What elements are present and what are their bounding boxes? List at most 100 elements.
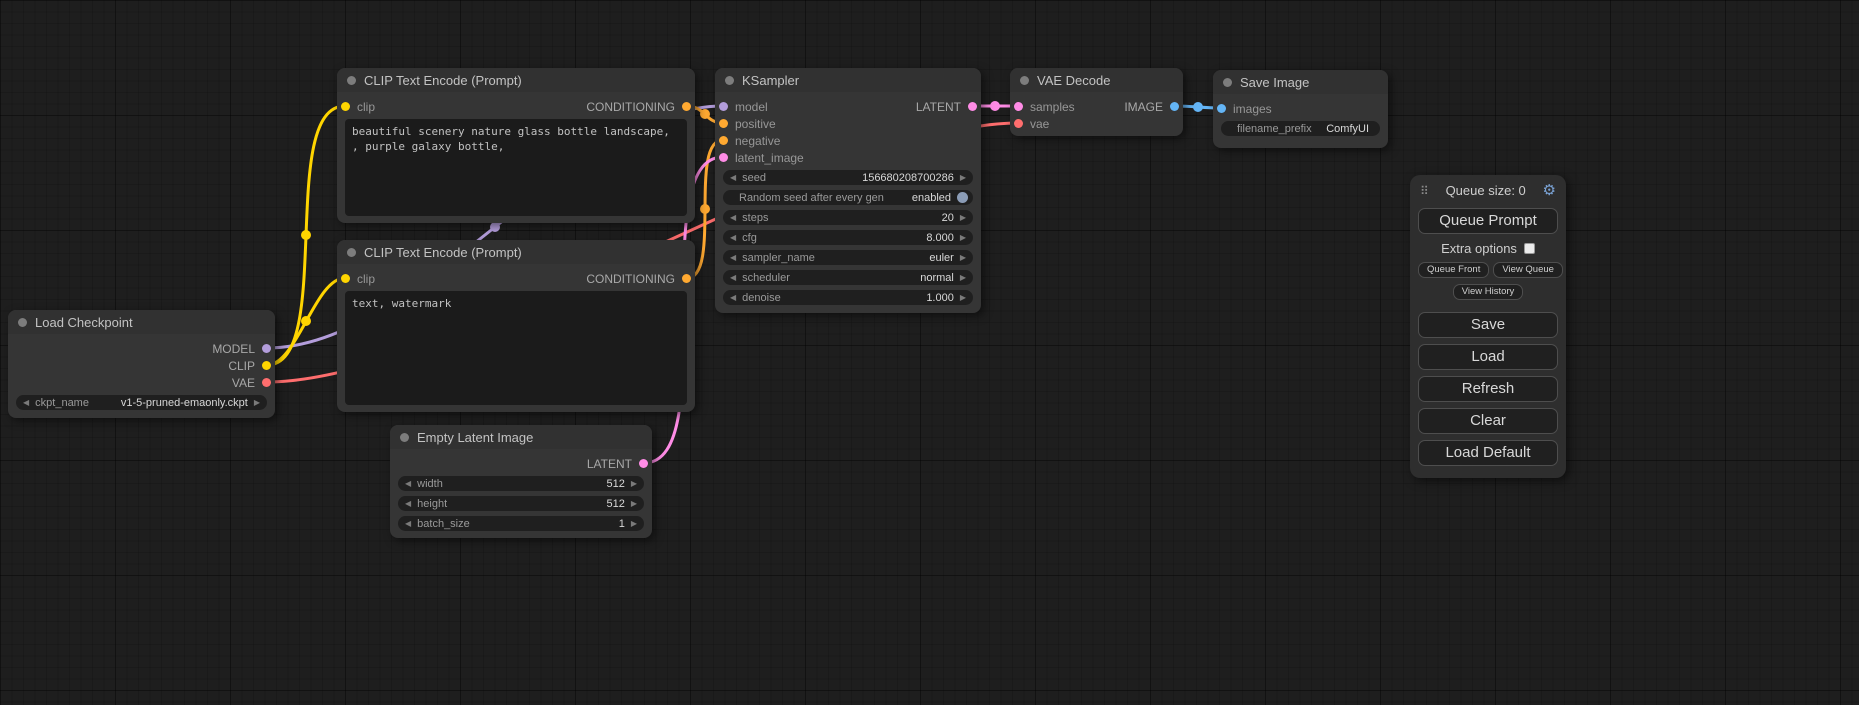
output-slot-conditioning[interactable] xyxy=(682,102,691,111)
node-vae-decode[interactable]: VAE Decode samples IMAGE vae xyxy=(1010,68,1183,136)
widget-value: 156680208700286 xyxy=(862,172,954,184)
node-title-bar[interactable]: VAE Decode xyxy=(1010,68,1183,92)
node-title-bar[interactable]: Load Checkpoint xyxy=(8,310,275,334)
decrement-arrow-icon[interactable]: ◀ xyxy=(405,480,411,488)
input-slot-clip[interactable] xyxy=(341,102,350,111)
prompt-text-input[interactable]: beautiful scenery nature glass bottle la… xyxy=(345,119,687,216)
refresh-button[interactable]: Refresh xyxy=(1418,376,1558,402)
node-load-checkpoint[interactable]: Load Checkpoint MODEL CLIP VAE ◀ ckpt_na… xyxy=(8,310,275,418)
decrement-arrow-icon[interactable]: ◀ xyxy=(730,214,736,222)
node-ksampler[interactable]: KSampler model LATENT positive negative xyxy=(715,68,981,313)
node-title-bar[interactable]: Save Image xyxy=(1213,70,1388,94)
view-history-button[interactable]: View History xyxy=(1453,284,1524,300)
collapse-icon[interactable] xyxy=(1223,78,1232,87)
collapse-icon[interactable] xyxy=(725,76,734,85)
decrement-arrow-icon[interactable]: ◀ xyxy=(23,399,29,407)
input-slot-clip[interactable] xyxy=(341,274,350,283)
output-slot-latent[interactable] xyxy=(639,459,648,468)
input-slot-images[interactable] xyxy=(1217,104,1226,113)
height-widget[interactable]: ◀ height 512 ▶ xyxy=(398,496,644,511)
decrement-arrow-icon[interactable]: ◀ xyxy=(730,274,736,282)
node-title-bar[interactable]: CLIP Text Encode (Prompt) xyxy=(337,240,695,264)
increment-arrow-icon[interactable]: ▶ xyxy=(631,520,637,528)
output-slot-model[interactable] xyxy=(262,344,271,353)
node-title: Empty Latent Image xyxy=(417,430,533,445)
random-seed-widget[interactable]: Random seed after every gen enabled xyxy=(723,190,973,205)
output-slot-conditioning[interactable] xyxy=(682,274,691,283)
input-slot-positive[interactable] xyxy=(719,119,728,128)
collapse-icon[interactable] xyxy=(18,318,27,327)
input-slot-samples[interactable] xyxy=(1014,102,1023,111)
widget-label: Random seed after every gen xyxy=(739,192,884,204)
batch-size-widget[interactable]: ◀ batch_size 1 ▶ xyxy=(398,516,644,531)
collapse-icon[interactable] xyxy=(347,76,356,85)
increment-arrow-icon[interactable]: ▶ xyxy=(631,500,637,508)
increment-arrow-icon[interactable]: ▶ xyxy=(960,254,966,262)
decrement-arrow-icon[interactable]: ◀ xyxy=(405,520,411,528)
scheduler-widget[interactable]: ◀ scheduler normal ▶ xyxy=(723,270,973,285)
input-slot-vae[interactable] xyxy=(1014,119,1023,128)
collapse-icon[interactable] xyxy=(400,433,409,442)
decrement-arrow-icon[interactable]: ◀ xyxy=(730,234,736,242)
collapse-icon[interactable] xyxy=(347,248,356,257)
decrement-arrow-icon[interactable]: ◀ xyxy=(730,254,736,262)
increment-arrow-icon[interactable]: ▶ xyxy=(960,174,966,182)
queue-front-button[interactable]: Queue Front xyxy=(1418,262,1489,278)
toggle-icon[interactable] xyxy=(957,192,968,203)
cfg-widget[interactable]: ◀ cfg 8.000 ▶ xyxy=(723,230,973,245)
clear-button[interactable]: Clear xyxy=(1418,408,1558,434)
input-slot-negative[interactable] xyxy=(719,136,728,145)
increment-arrow-icon[interactable]: ▶ xyxy=(254,399,260,407)
node-empty-latent-image[interactable]: Empty Latent Image LATENT ◀ width 512 ▶ … xyxy=(390,425,652,538)
widget-label: steps xyxy=(742,212,768,224)
increment-arrow-icon[interactable]: ▶ xyxy=(960,274,966,282)
queue-prompt-button[interactable]: Queue Prompt xyxy=(1418,208,1558,234)
node-save-image[interactable]: Save Image images filename_prefix ComfyU… xyxy=(1213,70,1388,148)
steps-widget[interactable]: ◀ steps 20 ▶ xyxy=(723,210,973,225)
extra-options-checkbox[interactable] xyxy=(1524,243,1535,254)
graph-canvas[interactable]: Load Checkpoint MODEL CLIP VAE ◀ ckpt_na… xyxy=(0,0,1859,705)
increment-arrow-icon[interactable]: ▶ xyxy=(960,214,966,222)
increment-arrow-icon[interactable]: ▶ xyxy=(631,480,637,488)
settings-gear-icon[interactable]: ⚙ xyxy=(1543,183,1556,198)
node-title-bar[interactable]: Empty Latent Image xyxy=(390,425,652,449)
wire-midpoint-dot xyxy=(301,230,311,240)
input-label: images xyxy=(1233,102,1272,116)
decrement-arrow-icon[interactable]: ◀ xyxy=(405,500,411,508)
widget-label: ckpt_name xyxy=(35,397,89,409)
node-clip-text-encode-positive[interactable]: CLIP Text Encode (Prompt) clip CONDITION… xyxy=(337,68,695,223)
decrement-arrow-icon[interactable]: ◀ xyxy=(730,294,736,302)
increment-arrow-icon[interactable]: ▶ xyxy=(960,294,966,302)
load-default-button[interactable]: Load Default xyxy=(1418,440,1558,466)
ckpt-name-widget[interactable]: ◀ ckpt_name v1-5-pruned-emaonly.ckpt ▶ xyxy=(16,395,267,410)
output-slot-latent[interactable] xyxy=(968,102,977,111)
input-slot-latent-image[interactable] xyxy=(719,153,728,162)
collapse-icon[interactable] xyxy=(1020,76,1029,85)
save-button[interactable]: Save xyxy=(1418,312,1558,338)
load-button[interactable]: Load xyxy=(1418,344,1558,370)
seed-widget[interactable]: ◀ seed 156680208700286 ▶ xyxy=(723,170,973,185)
node-title-bar[interactable]: CLIP Text Encode (Prompt) xyxy=(337,68,695,92)
sampler-name-widget[interactable]: ◀ sampler_name euler ▶ xyxy=(723,250,973,265)
drag-handle-icon[interactable]: ⠿ xyxy=(1420,184,1429,198)
output-slot-vae[interactable] xyxy=(262,378,271,387)
input-label: vae xyxy=(1030,117,1049,131)
widget-value: ComfyUI xyxy=(1326,123,1369,135)
extra-options-label: Extra options xyxy=(1441,241,1517,256)
node-title-bar[interactable]: KSampler xyxy=(715,68,981,92)
prompt-text-input[interactable]: text, watermark xyxy=(345,291,687,405)
node-clip-text-encode-negative[interactable]: CLIP Text Encode (Prompt) clip CONDITION… xyxy=(337,240,695,412)
output-label: CONDITIONING xyxy=(586,272,675,286)
decrement-arrow-icon[interactable]: ◀ xyxy=(730,174,736,182)
width-widget[interactable]: ◀ width 512 ▶ xyxy=(398,476,644,491)
denoise-widget[interactable]: ◀ denoise 1.000 ▶ xyxy=(723,290,973,305)
input-slot-model[interactable] xyxy=(719,102,728,111)
output-slot-clip[interactable] xyxy=(262,361,271,370)
view-queue-button[interactable]: View Queue xyxy=(1493,262,1563,278)
increment-arrow-icon[interactable]: ▶ xyxy=(960,234,966,242)
wire-midpoint-dot xyxy=(301,316,311,326)
filename-prefix-widget[interactable]: filename_prefix ComfyUI xyxy=(1221,121,1380,136)
output-slot-image[interactable] xyxy=(1170,102,1179,111)
input-label: latent_image xyxy=(735,151,804,165)
wire-midpoint-dot xyxy=(1193,102,1203,112)
